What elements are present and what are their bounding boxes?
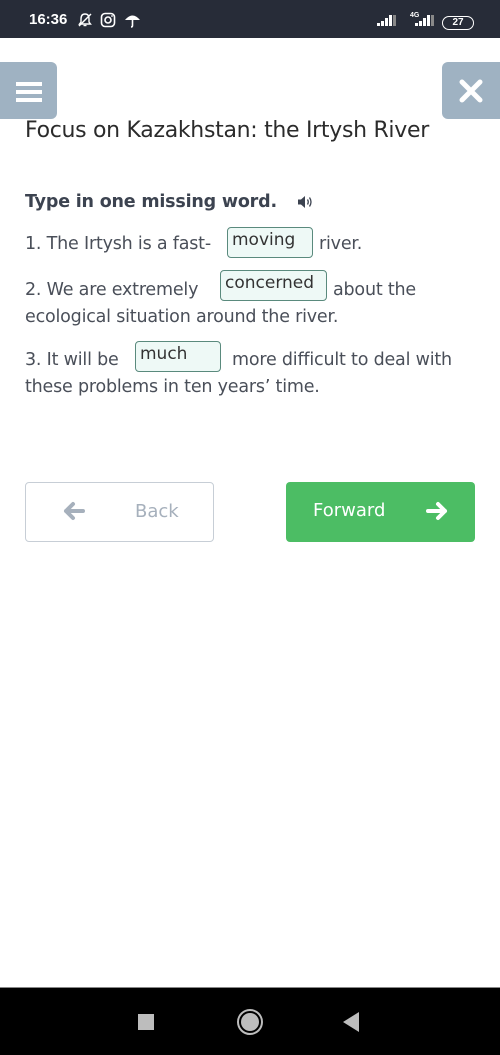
exercise-item-3: 3. It will be [25,350,119,370]
forward-button[interactable]: Forward [286,482,475,542]
status-bar: 16:36 4G 27 [0,0,500,38]
item-text-after: more difficult to deal with [232,350,452,370]
back-button[interactable]: Back [25,482,214,542]
back-icon[interactable] [342,1011,360,1033]
item-text-after: about the [333,280,416,300]
item-text-after: river. [319,234,363,254]
signal-4g-icon [415,14,434,26]
item-number: 1. [25,234,42,254]
forward-label: Forward [313,500,386,521]
item-number: 3. [25,350,42,370]
item-number: 2. [25,280,42,300]
back-label: Back [135,501,179,522]
instagram-icon [100,12,116,28]
page-title: Focus on Kazakhstan: the Irtysh River [25,118,429,143]
answer-input-1[interactable]: moving [227,227,313,258]
arrow-right-icon [426,502,447,520]
signal-icon [377,14,396,26]
close-button[interactable] [442,62,500,119]
umbrella-icon [125,15,140,28]
status-time: 16:36 [29,11,68,28]
home-icon[interactable] [236,1008,264,1036]
answer-input-2[interactable]: concerned [220,270,327,301]
instruction-text: Type in one missing word. [25,192,277,212]
item-text-before: The Irtysh is a fast- [46,234,211,254]
answer-input-3[interactable]: much [135,341,221,372]
exercise-item-2: 2. We are extremely [25,280,198,300]
exercise-item-1: 1. The Irtysh is a fast- [25,234,211,254]
close-icon [459,79,483,103]
hamburger-icon [16,82,42,102]
battery-level: 27 [452,17,464,28]
system-nav-bar [0,988,500,1055]
item-text-continuation: these problems in ten years’ time. [25,377,320,397]
item-text-before: We are extremely [46,280,199,300]
bell-off-icon [78,13,92,27]
battery-icon: 27 [442,16,474,30]
item-text-continuation: ecological situation around the river. [25,307,339,327]
speaker-icon[interactable] [296,194,316,210]
recents-icon[interactable] [137,1013,155,1031]
item-text-before: It will be [46,350,119,370]
menu-button[interactable] [0,62,57,119]
arrow-left-icon [64,502,85,520]
